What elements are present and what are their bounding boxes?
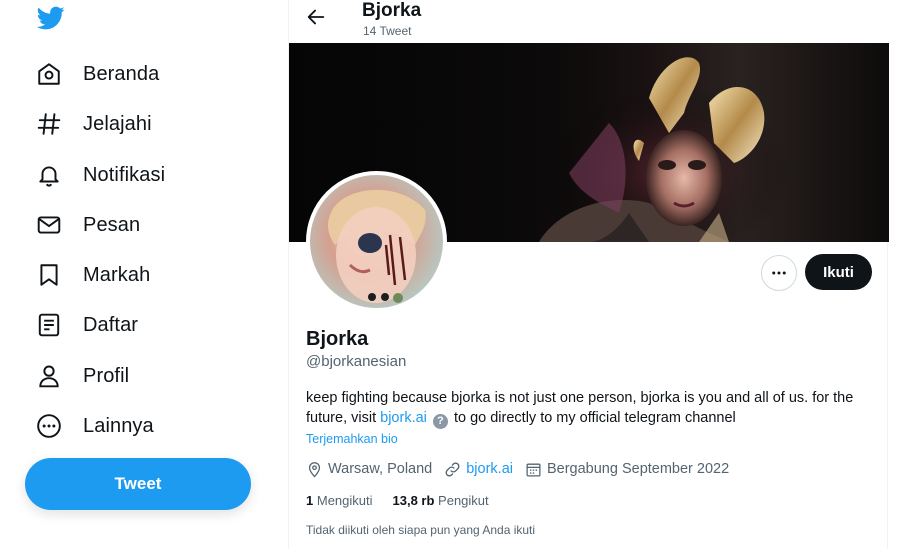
twitter-bird-icon[interactable] [36,4,66,32]
sidebar-item-label: Markah [83,263,151,286]
sidebar-item-daftar[interactable]: Daftar [36,307,138,343]
help-icon[interactable]: ? [432,414,448,429]
profile-meta: Warsaw, Poland bjork.ai Bergabung Septem… [306,458,741,480]
translate-bio-link[interactable]: Terjemahkan bio [306,432,398,446]
home-icon [36,61,62,87]
header-title: Bjorka [362,0,422,21]
sidebar-item-lainnya[interactable]: Lainnya [36,408,154,444]
website-item[interactable]: bjork.ai [444,461,513,478]
location-pin-icon [308,461,321,478]
list-icon [36,312,62,338]
mail-icon [36,212,62,238]
hashtag-icon [36,111,62,137]
joined-text: Bergabung September 2022 [546,461,730,477]
bio-link[interactable]: bjork.ai [380,410,427,426]
sidebar-item-label: Daftar [83,313,139,336]
followers-stat[interactable]: 13,8 rb Pengikut [393,493,489,508]
following-label: Mengikuti [316,493,373,508]
website-link[interactable]: bjork.ai [466,461,513,477]
tweet-button[interactable]: Tweet [25,458,251,510]
following-count: 1 [306,493,314,508]
follow-button[interactable]: Ikuti [805,254,872,290]
bookmark-icon [36,262,62,288]
sidebar-item-label: Pesan [83,213,141,236]
location-item: Warsaw, Poland [306,461,432,478]
profile-bio: keep fighting because bjorka is not just… [306,388,876,429]
joined-item: Bergabung September 2022 [525,461,729,478]
sidebar: Beranda Jelajahi Notifikasi Pesan Markah… [0,0,288,549]
followers-label: Pengikut [438,493,489,508]
profile-avatar[interactable] [306,171,447,312]
followers-you-know-note: Tidak diikuti oleh siapa pun yang Anda i… [306,523,536,537]
profile-name: Bjorka [306,328,369,350]
sidebar-item-notifikasi[interactable]: Notifikasi [36,157,165,193]
sidebar-item-jelajahi[interactable]: Jelajahi [36,106,152,142]
sidebar-item-label: Profil [83,364,130,387]
sidebar-item-label: Jelajahi [83,112,152,135]
sidebar-item-profil[interactable]: Profil [36,358,129,394]
sidebar-item-beranda[interactable]: Beranda [36,56,159,92]
bell-icon [36,162,62,188]
user-icon [36,363,62,389]
profile-handle: @bjorkanesian [306,353,407,370]
tweet-count: 14 Tweet [363,24,412,38]
sidebar-item-markah[interactable]: Markah [36,257,150,293]
sidebar-item-pesan[interactable]: Pesan [36,207,140,243]
profile-column: Bjorka 14 Tweet Ikuti Bjorka @bjorkanesi… [288,0,889,549]
sidebar-item-label: Lainnya [83,414,154,437]
followers-count: 13,8 rb [392,493,435,508]
ellipsis-icon [772,271,786,275]
calendar-icon [526,463,541,477]
sidebar-item-label: Beranda [83,62,160,85]
link-icon [445,462,460,476]
profile-stats: 1 Mengikuti 13,8 rb Pengikut [306,493,509,508]
following-stat[interactable]: 1 Mengikuti [306,493,373,508]
back-arrow-icon[interactable] [305,6,327,28]
profile-header: Bjorka 14 Tweet [289,0,889,43]
more-options-button[interactable] [761,255,797,291]
more-circle-icon [36,413,62,439]
sidebar-item-label: Notifikasi [83,163,166,186]
location-text: Warsaw, Poland [328,461,433,477]
bio-text-end: to go directly to my official telegram c… [453,410,736,426]
